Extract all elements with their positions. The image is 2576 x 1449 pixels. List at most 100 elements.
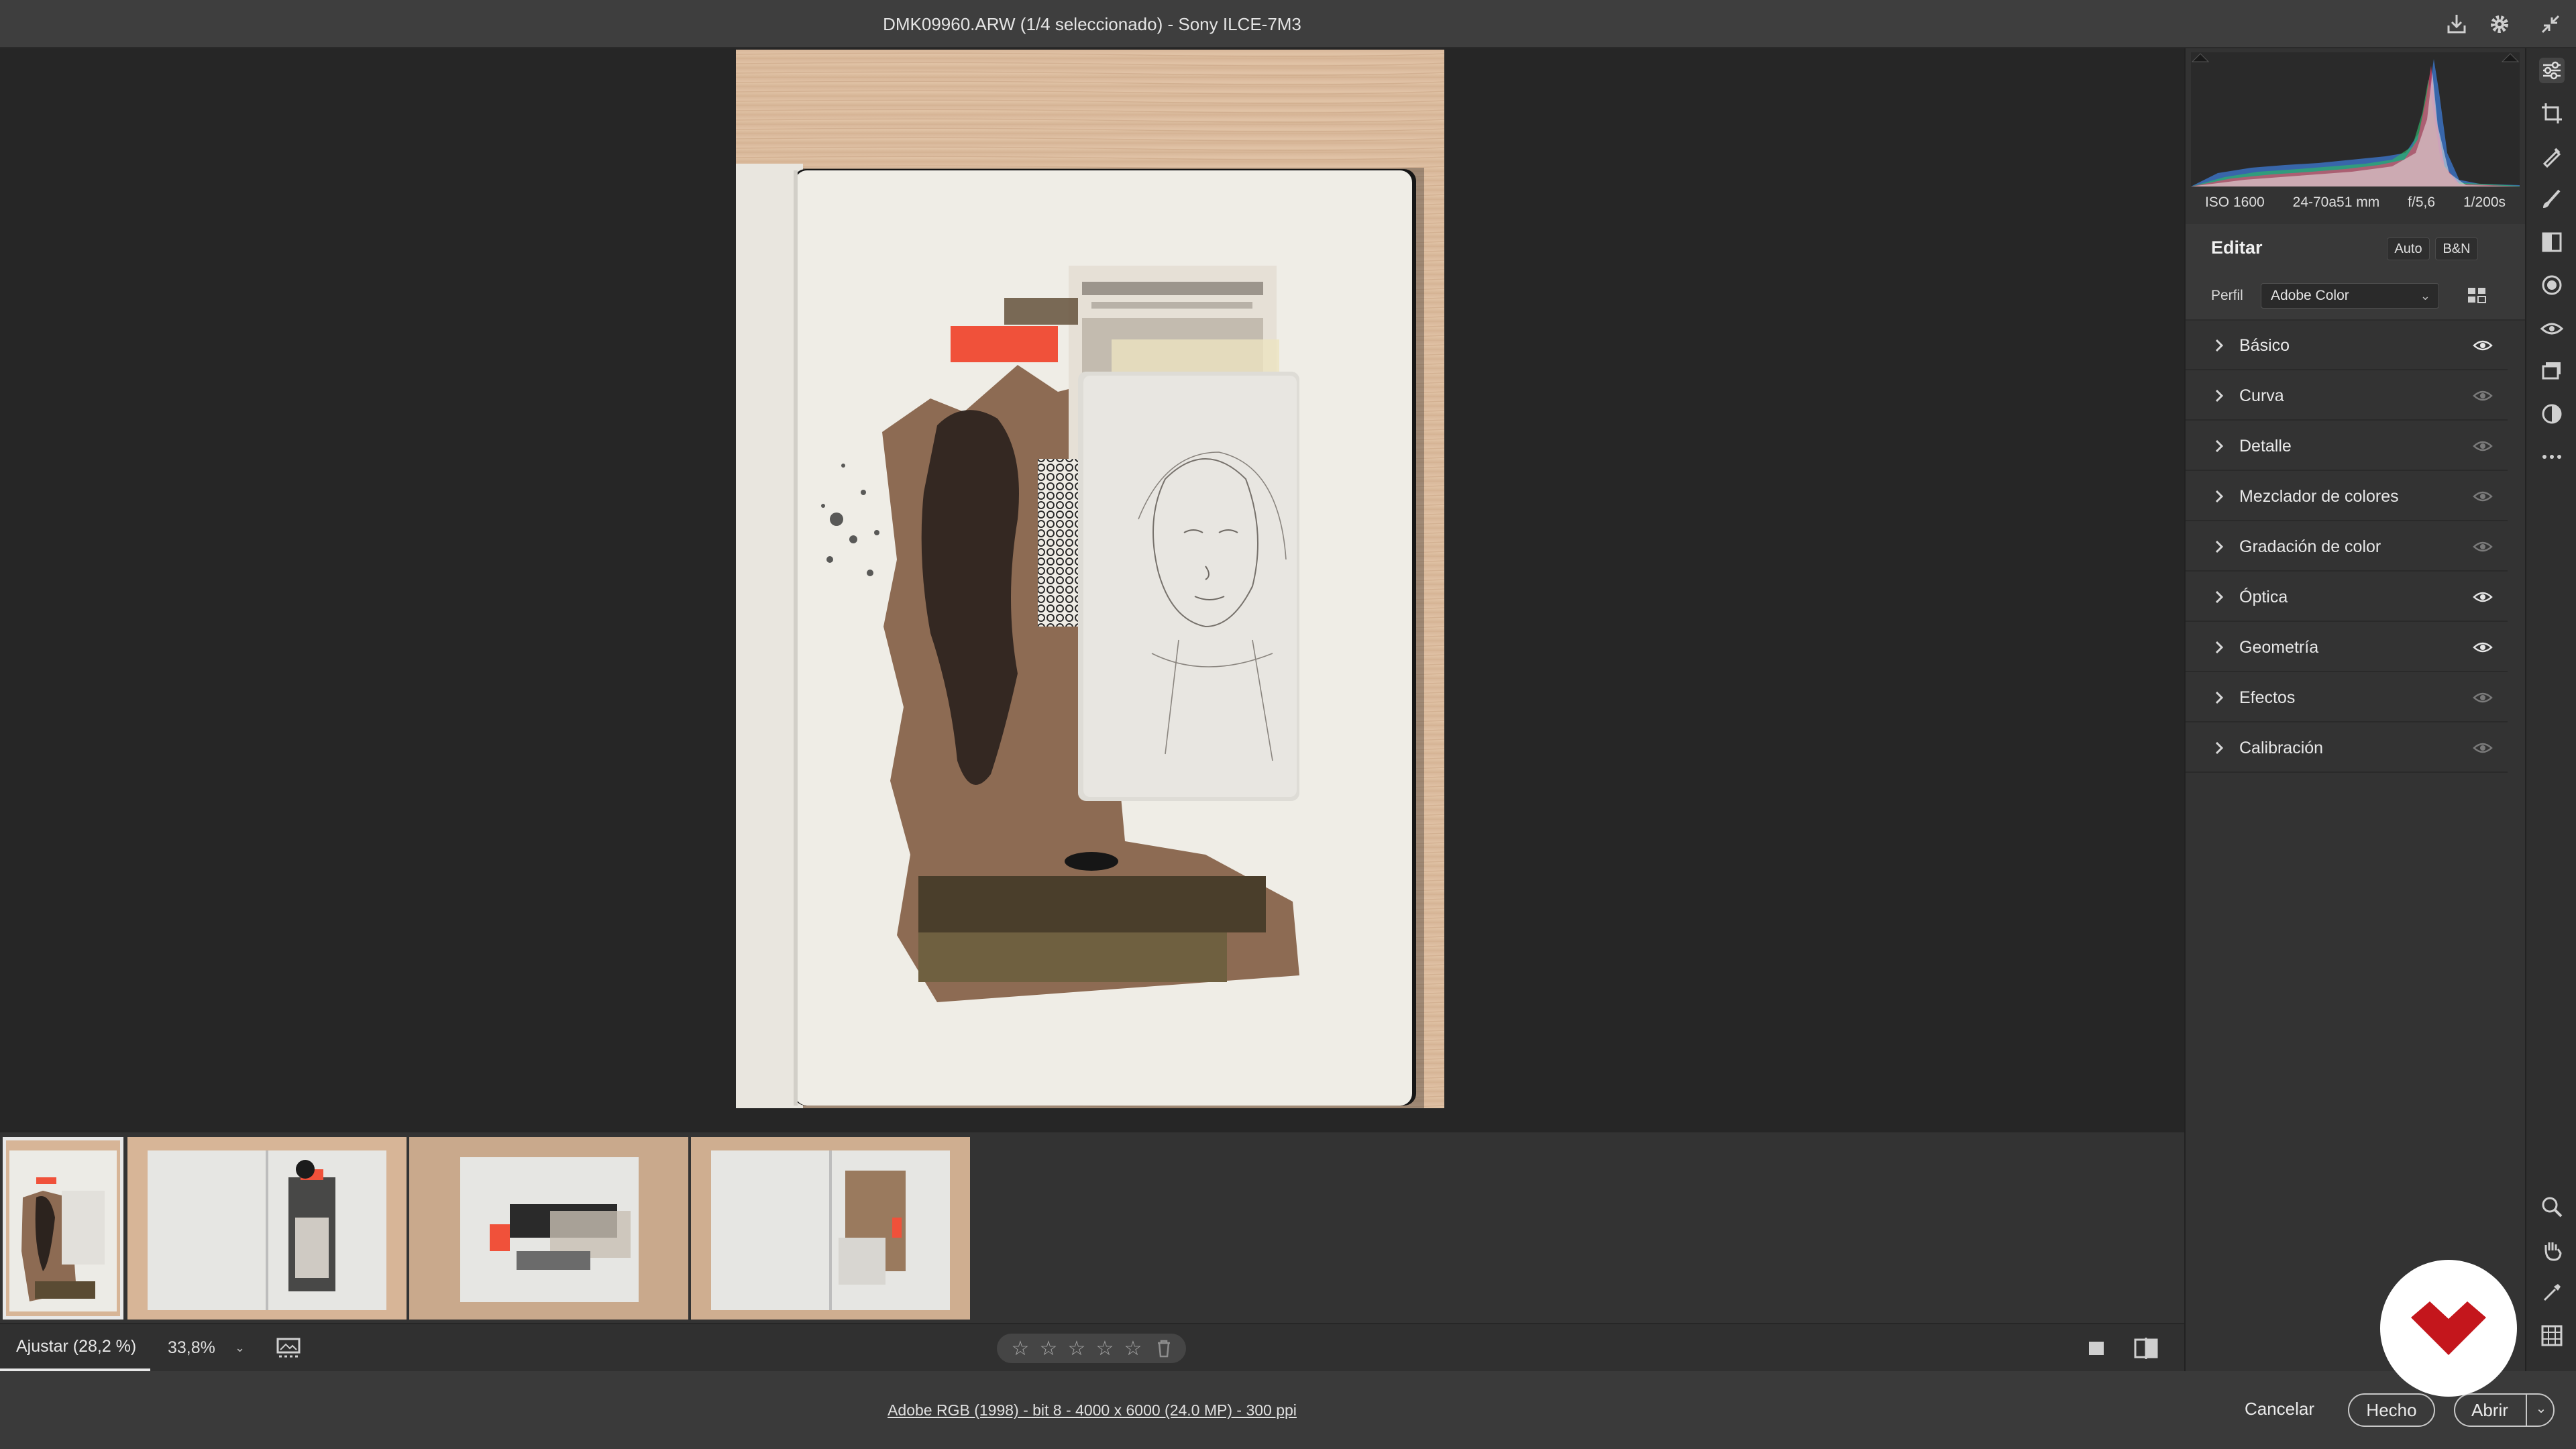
snapshots-icon[interactable] <box>2539 358 2565 384</box>
section-label: Óptica <box>2239 588 2288 606</box>
section-row[interactable]: Geometría <box>2186 623 2508 672</box>
before-after-icon[interactable] <box>2133 1336 2159 1360</box>
section-row[interactable]: Mezclador de colores <box>2186 472 2508 521</box>
brush-icon[interactable] <box>2539 186 2565 212</box>
brand-logo <box>2380 1260 2517 1397</box>
section-label: Básico <box>2239 336 2290 355</box>
bottom-toolbar: Ajustar (28,2 %) 33,8% ⌄ ☆ ☆ ☆ ☆ ☆ <box>0 1323 2184 1371</box>
section-label: Detalle <box>2239 437 2292 455</box>
visibility-eye-icon[interactable] <box>2473 639 2493 656</box>
filmstrip <box>0 1132 2184 1323</box>
star-icon[interactable]: ☆ <box>1122 1337 1144 1360</box>
section-label: Calibración <box>2239 739 2324 757</box>
section-label: Efectos <box>2239 688 2296 707</box>
visibility-eye-icon[interactable] <box>2473 739 2493 757</box>
visibility-eye-icon[interactable] <box>2473 387 2493 405</box>
exif-aperture: f/5,6 <box>2408 195 2436 210</box>
exif-shutter: 1/200s <box>2463 195 2506 210</box>
hand-icon[interactable] <box>2539 1237 2565 1263</box>
chevron-down-icon: ⌄ <box>2420 289 2430 303</box>
trash-icon[interactable] <box>1155 1338 1173 1358</box>
gradient-icon[interactable] <box>2539 229 2565 255</box>
window-title: DMK09960.ARW (1/4 seleccionado) - Sony I… <box>883 14 1301 34</box>
visibility-eye-icon[interactable] <box>2473 488 2493 505</box>
workflow-options-link[interactable]: Adobe RGB (1998) - bit 8 - 4000 x 6000 (… <box>0 1371 2184 1449</box>
chevron-right-icon[interactable] <box>2211 538 2227 555</box>
zoom-fit-button[interactable]: Ajustar (28,2 %) <box>0 1324 150 1371</box>
thumbnail[interactable] <box>691 1137 970 1320</box>
visibility-eye-icon[interactable] <box>2473 337 2493 354</box>
visibility-eye-icon[interactable] <box>2473 689 2493 706</box>
zoom-level-value: 33,8% <box>168 1338 215 1357</box>
eyedropper-icon[interactable] <box>2539 1280 2565 1305</box>
filmstrip-toggle-icon[interactable] <box>275 1336 305 1360</box>
thumbnail[interactable] <box>127 1137 407 1320</box>
star-rating[interactable]: ☆ ☆ ☆ ☆ ☆ <box>997 1334 1186 1363</box>
open-button-label: Abrir <box>2471 1400 2508 1420</box>
black-white-button[interactable]: B&N <box>2435 237 2478 260</box>
visibility-eye-icon[interactable] <box>2473 437 2493 455</box>
chevron-right-icon[interactable] <box>2211 588 2227 606</box>
single-view-icon[interactable] <box>2086 1338 2108 1359</box>
chevron-down-icon[interactable]: ⌄ <box>2529 1393 2553 1427</box>
section-row[interactable]: Calibración <box>2186 723 2508 773</box>
edit-header: Editar Auto B&N <box>2186 224 2526 271</box>
chevron-right-icon[interactable] <box>2211 437 2227 455</box>
chevron-right-icon[interactable] <box>2211 689 2227 706</box>
star-icon[interactable]: ☆ <box>1066 1337 1087 1360</box>
radial-filter-icon[interactable] <box>2539 272 2565 298</box>
save-icon[interactable] <box>2442 9 2471 39</box>
visibility-eye-icon[interactable] <box>2473 538 2493 555</box>
section-label: Mezclador de colores <box>2239 487 2399 506</box>
thumbnail[interactable] <box>409 1137 688 1320</box>
edit-panel: ISO 1600 24-70a51 mm f/5,6 1/200s Editar… <box>2184 48 2526 1371</box>
section-label: Gradación de color <box>2239 537 2381 556</box>
settings-gear-icon[interactable] <box>2485 9 2514 39</box>
collapse-icon[interactable] <box>2536 9 2565 39</box>
image-canvas[interactable] <box>0 48 2184 1132</box>
exif-info: ISO 1600 24-70a51 mm f/5,6 1/200s <box>2191 189 2520 216</box>
logo-chevron-icon <box>2411 1301 2486 1355</box>
zoom-level-dropdown[interactable]: 33,8% ⌄ <box>156 1324 250 1371</box>
section-row[interactable]: Curva <box>2186 371 2508 421</box>
chevron-right-icon[interactable] <box>2211 337 2227 354</box>
done-button[interactable]: Hecho <box>2348 1393 2435 1427</box>
section-label: Geometría <box>2239 638 2319 657</box>
star-icon[interactable]: ☆ <box>1038 1337 1059 1360</box>
redeye-icon[interactable] <box>2539 315 2565 341</box>
visibility-eye-icon[interactable] <box>2473 588 2493 606</box>
thumbnail[interactable] <box>3 1137 123 1320</box>
more-icon[interactable] <box>2539 444 2565 470</box>
chevron-right-icon[interactable] <box>2211 387 2227 405</box>
open-button-divider <box>2526 1395 2527 1426</box>
profile-row: Perfil Adobe Color ⌄ <box>2186 271 2526 321</box>
exif-lens: 24-70a51 mm <box>2292 195 2380 210</box>
star-icon[interactable]: ☆ <box>1010 1337 1031 1360</box>
chevron-right-icon[interactable] <box>2211 488 2227 505</box>
edit-title: Editar <box>2211 237 2263 258</box>
histogram <box>2191 52 2520 186</box>
section-row[interactable]: Gradación de color <box>2186 522 2508 572</box>
profile-dropdown[interactable]: Adobe Color ⌄ <box>2261 283 2439 309</box>
profile-browser-icon[interactable] <box>2466 284 2489 307</box>
chevron-right-icon[interactable] <box>2211 639 2227 656</box>
profile-label: Perfil <box>2211 288 2243 303</box>
section-row[interactable]: Óptica <box>2186 572 2508 622</box>
healing-icon[interactable] <box>2539 144 2565 169</box>
chevron-right-icon[interactable] <box>2211 739 2227 757</box>
zoom-icon[interactable] <box>2539 1194 2565 1220</box>
main-photo-preview[interactable] <box>736 50 1444 1108</box>
star-icon[interactable]: ☆ <box>1094 1337 1116 1360</box>
section-row[interactable]: Efectos <box>2186 673 2508 722</box>
grid-icon[interactable] <box>2539 1323 2565 1348</box>
edit-sliders-icon[interactable] <box>2539 58 2565 83</box>
auto-button[interactable]: Auto <box>2387 237 2430 260</box>
cancel-button[interactable]: Cancelar <box>2224 1393 2334 1427</box>
presets-icon[interactable] <box>2539 401 2565 427</box>
crop-icon[interactable] <box>2539 101 2565 126</box>
exif-iso: ISO 1600 <box>2204 195 2265 210</box>
status-bar: Adobe RGB (1998) - bit 8 - 4000 x 6000 (… <box>0 1371 2576 1449</box>
title-bar: DMK09960.ARW (1/4 seleccionado) - Sony I… <box>0 0 2576 48</box>
section-row[interactable]: Básico <box>2186 321 2508 370</box>
section-row[interactable]: Detalle <box>2186 421 2508 471</box>
